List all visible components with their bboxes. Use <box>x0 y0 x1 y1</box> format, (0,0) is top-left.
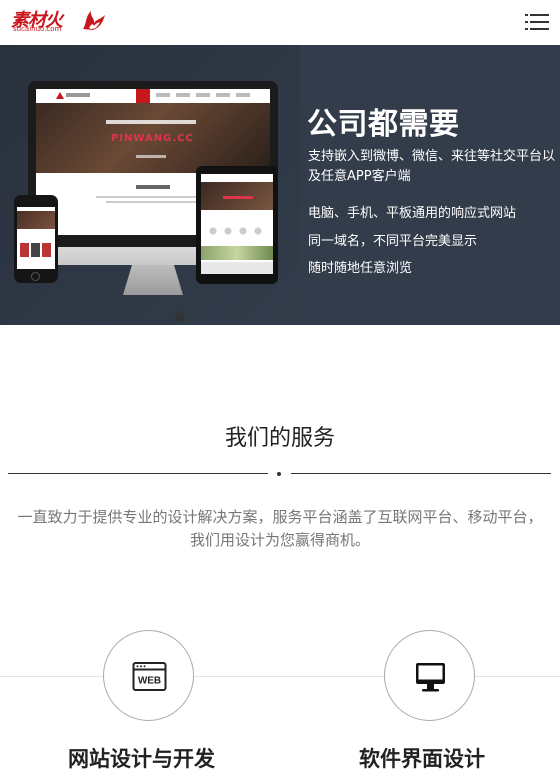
hero-description: 支持嵌入到微博、微信、来往等社交平台以及任意APP客户端 <box>308 149 556 184</box>
monitor-icon <box>416 663 445 692</box>
service-web-design-button[interactable]: WEB <box>103 630 194 721</box>
mockup-brand-text: PINWANG.CC <box>111 133 194 144</box>
hero-banner: PINWANG.CC 公司都需要 支持嵌入到微博、微信、来往等社交平台以及任意A… <box>0 45 560 325</box>
web-icon-text: WEB <box>138 676 161 687</box>
service-ui-design-button[interactable] <box>384 630 475 721</box>
hero-title: 公司都需要 <box>307 107 460 142</box>
site-header: 素材火 sucaihuo.com <box>0 0 560 45</box>
hero-feature-item: 随时随地任意浏览 <box>308 261 413 276</box>
hero-feature-item: 同一域名，不同平台完美显示 <box>308 234 478 249</box>
apple-logo-icon <box>174 310 185 322</box>
hero-feature-item: 电脑、手机、平板通用的响应式网站 <box>308 206 517 221</box>
services-description: 一直致力于提供专业的设计解决方案，服务平台涵盖了互联网平台、移动平台，我们用设计… <box>17 508 543 549</box>
heading-divider-left <box>8 473 268 474</box>
hamburger-menu-icon[interactable] <box>525 13 549 32</box>
web-browser-icon: WEB <box>132 662 167 691</box>
tablet-mockup-image <box>196 166 278 284</box>
service-name-ui: 软件界面设计 <box>359 747 485 771</box>
logo-subtext: sucaihuo.com <box>13 25 62 33</box>
services-heading: 我们的服务 <box>224 426 335 451</box>
service-name-web: 网站设计与开发 <box>68 747 215 771</box>
services-row-divider <box>0 676 560 677</box>
heading-divider-right <box>291 473 551 474</box>
phone-mockup-image <box>14 195 58 283</box>
flame-icon <box>83 11 105 30</box>
site-logo[interactable]: 素材火 sucaihuo.com <box>11 9 105 33</box>
heading-divider-dot <box>277 472 281 476</box>
